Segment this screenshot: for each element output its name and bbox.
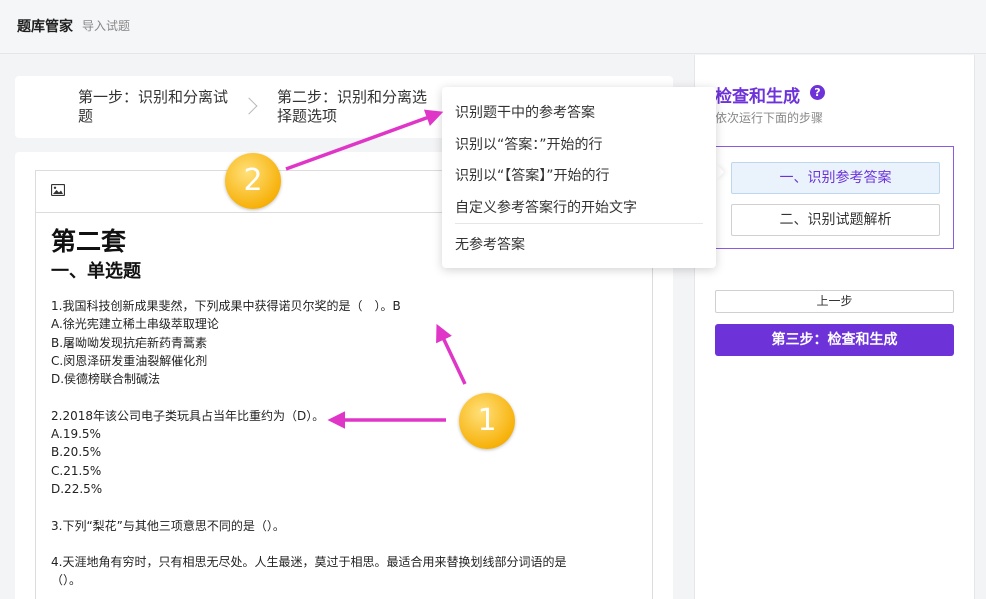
option-line: D.22.5% xyxy=(51,481,103,496)
dropdown-item-no-answer[interactable]: 无参考答案 xyxy=(455,234,525,254)
question-line: 3.下列“梨花”与其他三项意思不同的是（）。 xyxy=(51,518,285,533)
question-line: 1.我国科技创新成果斐然，下列成果中获得诺贝尔奖的是（ ）。B xyxy=(51,299,401,313)
chevron-right-icon xyxy=(240,97,258,115)
app-title: 题库管家 xyxy=(17,19,73,35)
dropdown-item-answer-colon[interactable]: 识别以“答案：”开始的行 xyxy=(455,134,603,154)
prev-step-button[interactable]: 上一步 xyxy=(715,290,954,313)
option-line: D.侯德榜联合制碱法 xyxy=(51,372,161,387)
top-bar: 题库管家 导入试题 xyxy=(0,0,986,54)
step-1[interactable]: 第一步：识别和分离试题 xyxy=(78,88,238,126)
dropdown-item-answer-bracket[interactable]: 识别以“【答案】”开始的行 xyxy=(455,165,610,185)
sidebar-title: 检查和生成 xyxy=(715,87,800,107)
step-options-panel: 一、识别参考答案 二、识别试题解析 xyxy=(715,146,954,249)
option-line: C.21.5% xyxy=(51,463,102,478)
question-line: 4.天涯地角有穷时，只有相思无尽处。人生最迷，莫过于相思。最适合用来替换划线部分… xyxy=(51,555,567,570)
step-badge-1: 1 xyxy=(459,393,515,449)
dropdown-item-stem-answer[interactable]: 识别题干中的参考答案 xyxy=(455,102,595,122)
question-line: （）。 xyxy=(51,573,82,588)
option-line: B.20.5% xyxy=(51,445,102,460)
right-sidebar: 检查和生成 ? 依次运行下面的步骤 一、识别参考答案 二、识别试题解析 上一步 … xyxy=(694,55,975,599)
identify-analysis-button[interactable]: 二、识别试题解析 xyxy=(731,204,940,236)
identify-answer-button[interactable]: 一、识别参考答案 xyxy=(731,162,940,194)
editor-content[interactable]: 第二套 一、单选题 1.我国科技创新成果斐然，下列成果中获得诺贝尔奖的是（ ）。… xyxy=(36,213,652,599)
question-line: 2.2018年该公司电子类玩具占当年比重约为（D）。 xyxy=(51,408,325,423)
option-line: C.闵恩泽研发重油裂解催化剂 xyxy=(51,353,208,368)
dropdown-divider xyxy=(455,223,703,224)
step-badge-2: 2 xyxy=(225,153,281,209)
option-line: A.徐光宪建立稀土串级萃取理论 xyxy=(51,317,219,332)
answer-mode-dropdown: 识别题干中的参考答案 识别以“答案：”开始的行 识别以“【答案】”开始的行 自定… xyxy=(442,87,716,268)
sidebar-subtitle: 依次运行下面的步骤 xyxy=(715,111,824,125)
help-icon[interactable]: ? xyxy=(810,85,825,100)
dropdown-item-custom-prefix[interactable]: 自定义参考答案行的开始文字 xyxy=(455,197,637,217)
option-line: A.19.5% xyxy=(51,427,101,442)
option-line: B.屠呦呦发现抗疟新药青蒿素 xyxy=(51,335,208,350)
next-step-button[interactable]: 第三步：检查和生成 xyxy=(715,324,954,356)
image-icon[interactable] xyxy=(51,184,65,196)
page-subtitle: 导入试题 xyxy=(82,19,131,33)
step-2[interactable]: 第二步：识别和分离选择题选项 xyxy=(277,88,437,126)
